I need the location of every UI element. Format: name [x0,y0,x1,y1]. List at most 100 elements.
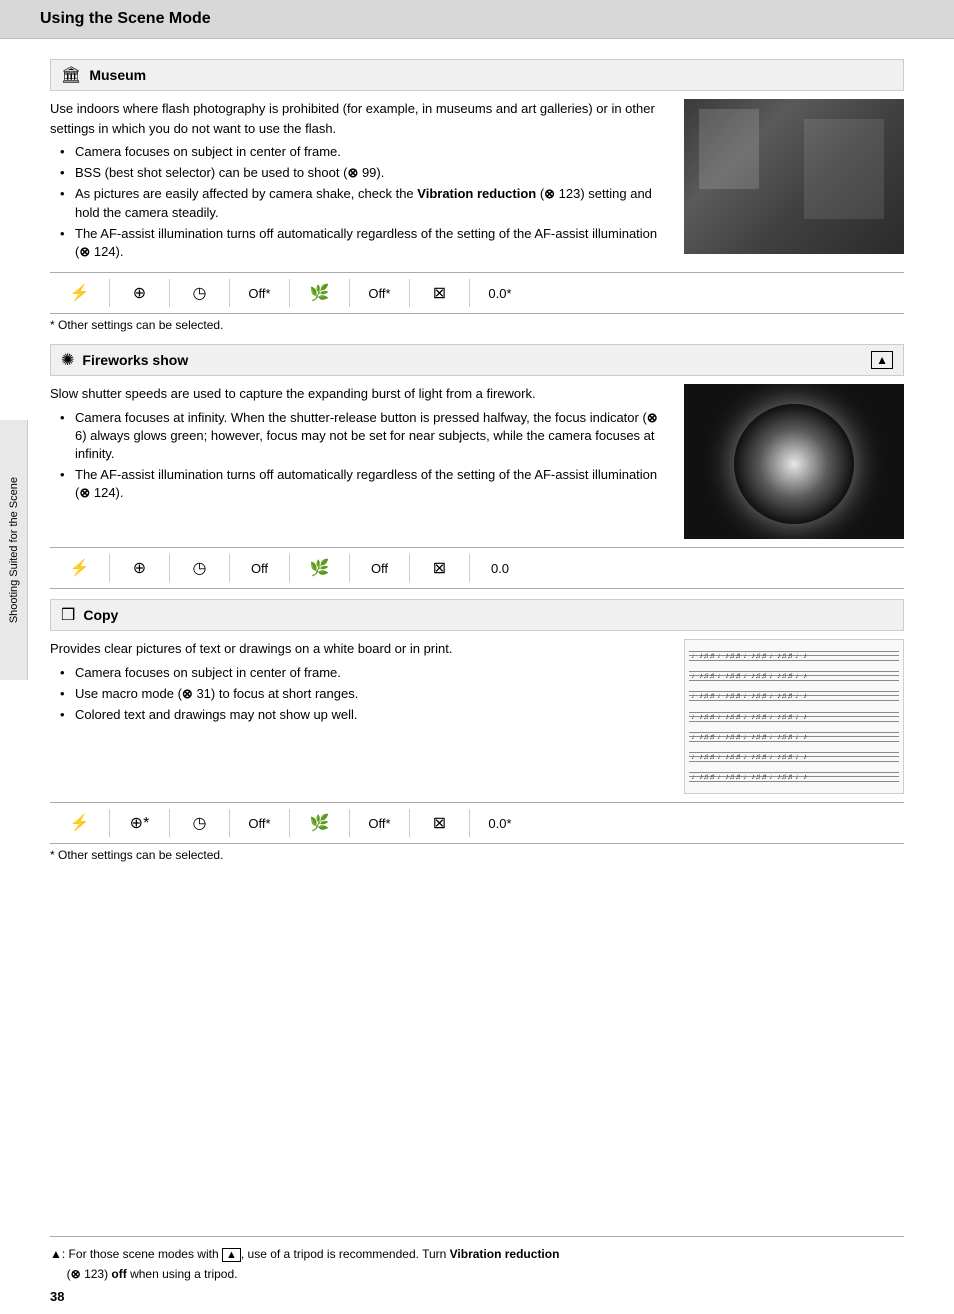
fireworks-header: ✺ Fireworks show ▲ [50,344,904,376]
museum-header: 🏛 Museum [50,59,904,91]
copy-content: Provides clear pictures of text or drawi… [50,639,904,794]
museum-text: Use indoors where flash photography is p… [50,99,669,264]
mode-icon: ⊕ [133,283,146,303]
list-item: The AF-assist illumination turns off aut… [60,466,669,502]
flash-icon: ⚡ [70,813,90,833]
fireworks-section: ✺ Fireworks show ▲ Slow shutter speeds a… [50,344,904,589]
list-item: Colored text and drawings may not show u… [60,706,669,724]
timer-value: Off [251,561,268,576]
fw-settings-macro-val: Off [350,554,410,582]
exp-icon: ⊠ [433,283,446,303]
fireworks-icon: ✺ [61,350,74,370]
list-item: As pictures are easily affected by camer… [60,185,669,221]
timer-icon: ◷ [193,813,207,833]
fw-settings-timer: ◷ [170,554,230,582]
mode-icon: ⊕ [133,558,146,578]
copy-section: ❒ Copy Provides clear pictures of text o… [50,599,904,862]
museum-image [684,99,904,254]
museum-content: Use indoors where flash photography is p… [50,99,904,264]
museum-section: 🏛 Museum Use indoors where flash photogr… [50,59,904,332]
fw-settings-macro: 🌿 [290,554,350,582]
tripod-symbol: ▲ [50,1247,62,1261]
settings-flash: ⚡ [50,279,110,307]
fireworks-intro: Slow shutter speeds are used to capture … [50,384,669,404]
fireworks-text: Slow shutter speeds are used to capture … [50,384,669,539]
sidebar-text: Shooting Suited for the Scene [8,477,20,623]
fw-settings-mode: ⊕ [110,554,170,582]
timer-value: Off* [248,286,270,301]
cp-settings-exp: ⊠ [410,809,470,837]
main-content: 🏛 Museum Use indoors where flash photogr… [0,39,954,894]
fireworks-image [684,384,904,539]
copy-footnote: * Other settings can be selected. [50,848,904,862]
museum-icon: 🏛 [61,65,81,85]
macro-icon: 🌿 [310,813,330,833]
museum-title: Museum [89,67,146,83]
header-bar: Using the Scene Mode [0,0,954,39]
flash-icon: ⚡ [70,558,90,578]
museum-settings-row: ⚡ ⊕ ◷ Off* 🌿 Off* ⊠ 0.0* [50,272,904,314]
bottom-footer: ▲: For those scene modes with ▲, use of … [50,1236,904,1284]
cp-settings-timer: ◷ [170,809,230,837]
timer-value: Off* [248,816,270,831]
macro-value: Off* [368,286,390,301]
cp-settings-macro: 🌿 [290,809,350,837]
flash-icon: ⚡ [70,283,90,303]
copy-bullets: Camera focuses on subject in center of f… [60,664,669,725]
copy-text: Provides clear pictures of text or drawi… [50,639,669,794]
fw-settings-exp: ⊠ [410,554,470,582]
macro-value: Off* [368,816,390,831]
cp-settings-macro-val: Off* [350,809,410,837]
tripod-icon: ▲ [871,351,893,369]
exp-icon: ⊠ [433,558,446,578]
page-number: 38 [50,1289,64,1304]
fireworks-bullets: Camera focuses at infinity. When the shu… [60,409,669,503]
macro-icon: 🌿 [310,283,330,303]
settings-mode: ⊕ [110,279,170,307]
list-item: Camera focuses on subject in center of f… [60,143,669,161]
settings-macro: 🌿 [290,279,350,307]
fw-settings-flash: ⚡ [50,554,110,582]
museum-bullets: Camera focuses on subject in center of f… [60,143,669,261]
copy-image [684,639,904,794]
copy-icon: ❒ [61,605,75,625]
timer-icon: ◷ [193,283,207,303]
list-item: Use macro mode (⊗ 31) to focus at short … [60,685,669,703]
fireworks-settings-row: ⚡ ⊕ ◷ Off 🌿 Off ⊠ 0.0 [50,547,904,589]
macro-icon: 🌿 [310,558,330,578]
list-item: Camera focuses at infinity. When the shu… [60,409,669,464]
museum-footnote: * Other settings can be selected. [50,318,904,332]
timer-icon: ◷ [193,558,207,578]
page-title: Using the Scene Mode [40,10,211,27]
cp-settings-flash: ⚡ [50,809,110,837]
list-item: Camera focuses on subject in center of f… [60,664,669,682]
cp-settings-exp-val: 0.0* [470,809,530,837]
fw-settings-timer-val: Off [230,554,290,582]
copy-settings-row: ⚡ ⊕* ◷ Off* 🌿 Off* ⊠ 0.0* [50,802,904,844]
cp-settings-mode: ⊕* [110,809,170,837]
sidebar-label: Shooting Suited for the Scene [0,420,28,680]
copy-title: Copy [83,607,118,623]
fireworks-content: Slow shutter speeds are used to capture … [50,384,904,539]
exp-icon: ⊠ [433,813,446,833]
mode-icon: ⊕* [130,813,150,833]
settings-timer-val: Off* [230,279,290,307]
exp-value: 0.0* [488,816,511,831]
settings-timer: ◷ [170,279,230,307]
settings-exp: ⊠ [410,279,470,307]
list-item: BSS (best shot selector) can be used to … [60,164,669,182]
tripod-box-icon: ▲ [222,1248,241,1262]
macro-value: Off [371,561,388,576]
museum-intro: Use indoors where flash photography is p… [50,99,669,138]
settings-exp-val: 0.0* [470,279,530,307]
settings-macro-val: Off* [350,279,410,307]
cp-settings-timer-val: Off* [230,809,290,837]
footer-text: ▲: For those scene modes with ▲, use of … [50,1245,904,1284]
fw-settings-exp-val: 0.0 [470,554,530,582]
fireworks-title: Fireworks show [82,352,188,368]
list-item: The AF-assist illumination turns off aut… [60,225,669,261]
exp-value: 0.0* [488,286,511,301]
exp-value: 0.0 [491,561,509,576]
copy-intro: Provides clear pictures of text or drawi… [50,639,669,659]
copy-header: ❒ Copy [50,599,904,631]
